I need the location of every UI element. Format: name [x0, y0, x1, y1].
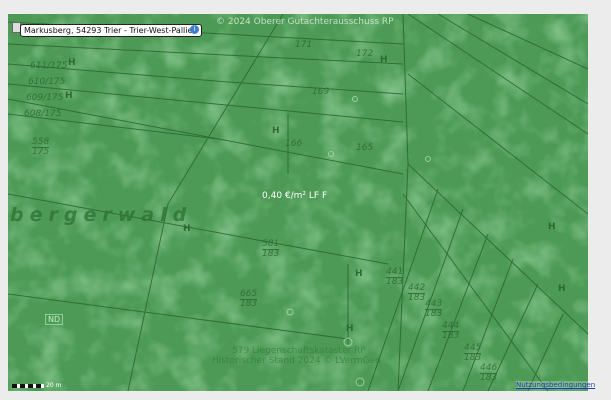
- usage-marker: H: [272, 126, 280, 136]
- usage-marker: H: [65, 91, 73, 101]
- parcel-number: 183: [464, 353, 482, 363]
- parcel-label: 609/175: [26, 93, 64, 103]
- parcel-lines: [8, 14, 588, 391]
- usage-marker: H: [346, 324, 354, 334]
- scale-bar: [12, 384, 44, 388]
- area-name-label: bergerwald: [10, 204, 193, 226]
- scale-label: 20 m: [46, 382, 62, 389]
- nd-badge: ND: [45, 314, 64, 325]
- parcel-label: 169: [312, 87, 330, 97]
- parcel-number: 183: [408, 293, 426, 303]
- watermark-line: 579 Liegenschaftskataster RP: [232, 346, 366, 356]
- parcel-fraction: 665 183: [240, 290, 258, 309]
- parcel-fraction: 441 183: [386, 268, 404, 287]
- parcel-number: 183: [442, 331, 460, 341]
- parcel-label: 171: [295, 40, 313, 50]
- land-value-label[interactable]: 0,40 €/m² LF F: [262, 191, 327, 201]
- parcel-fraction: 446 183: [480, 364, 498, 383]
- watermark-line: Historischer Stand 2024 © LVermGeo: [212, 356, 381, 366]
- parcel-fraction: 581 183: [262, 240, 280, 259]
- parcel-label: 172: [356, 49, 374, 59]
- address-search-field[interactable]: Markusberg, 54293 Trier - Trier-West-Pal…: [20, 24, 202, 37]
- parcel-label: 166: [285, 139, 303, 149]
- parcel-fraction: 443 183: [425, 300, 443, 319]
- parcel-number: 183: [386, 277, 404, 287]
- parcel-label: 610/175: [28, 77, 66, 87]
- parcel-number: 175: [32, 147, 50, 157]
- parcel-number: 183: [425, 309, 443, 319]
- parcel-fraction: 442 183: [408, 284, 426, 303]
- parcel-number: 183: [262, 249, 280, 259]
- parcel-number: 183: [480, 373, 498, 383]
- parcel-number: 183: [240, 299, 258, 309]
- info-icon[interactable]: i: [190, 25, 199, 34]
- usage-marker: H: [548, 222, 556, 232]
- parcel-label: 165: [356, 143, 374, 153]
- parcel-fraction: 558 175: [32, 138, 50, 157]
- usage-marker: H: [68, 58, 76, 68]
- usage-marker: H: [355, 269, 363, 279]
- parcel-fraction: 444 183: [442, 322, 460, 341]
- map-canvas[interactable]: 611/175 610/175 609/175 608/175 171 172 …: [8, 14, 588, 391]
- terms-link[interactable]: Nutzungsbedingungen: [516, 381, 596, 389]
- usage-marker: H: [558, 284, 566, 294]
- parcel-label: 611/175: [30, 61, 68, 71]
- usage-marker: H: [380, 55, 388, 65]
- parcel-fraction: 445 183: [464, 344, 482, 363]
- parcel-label: 608/175: [24, 109, 62, 119]
- copyright-text: © 2024 Oberer Gutachterausschuss RP: [216, 17, 394, 27]
